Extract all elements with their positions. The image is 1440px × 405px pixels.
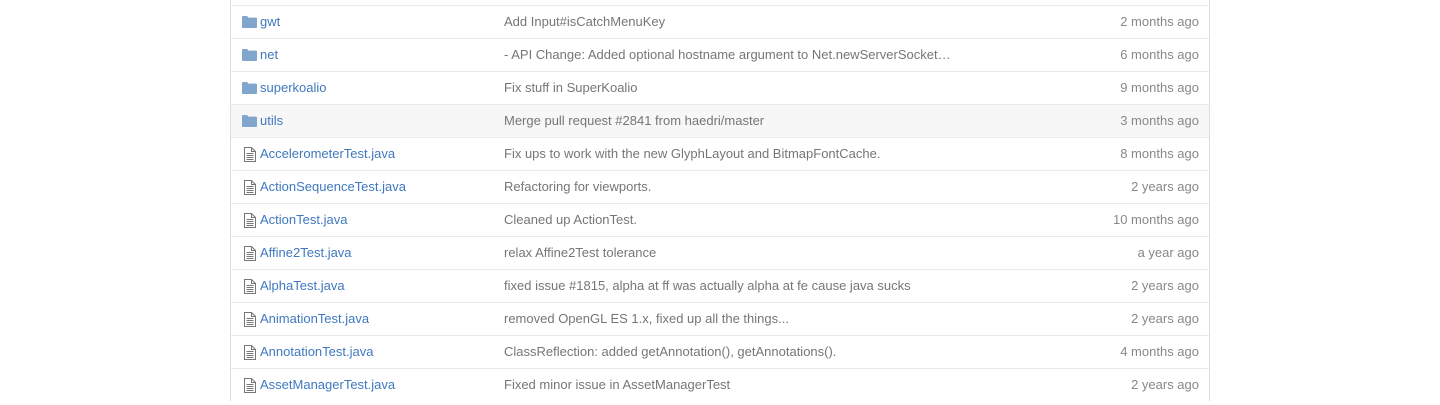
commit-message-link[interactable]: Fixed minor issue in AssetManagerTest xyxy=(504,369,730,401)
file-name-link[interactable]: AlphaTest.java xyxy=(260,270,345,302)
commit-message-link[interactable]: Fix stuff in SuperKoalio xyxy=(504,72,637,104)
file-icon xyxy=(241,204,257,236)
file-icon xyxy=(241,303,257,335)
commit-message-link[interactable]: - API Change: Added optional hostname ar… xyxy=(504,39,951,71)
commit-age: 2 years ago xyxy=(1131,311,1199,326)
commit-message-link[interactable]: removed OpenGL ES 1.x, fixed up all the … xyxy=(504,303,789,335)
folder-row[interactable]: net - API Change: Added optional hostname… xyxy=(231,38,1209,71)
file-icon xyxy=(241,171,257,203)
commit-message-link[interactable]: Add Input#isCatchMenuKey xyxy=(504,6,665,38)
commit-message-link[interactable]: Cleaned up ActionTest. xyxy=(504,204,637,236)
commit-age: 9 months ago xyxy=(1120,80,1199,95)
file-list-table: gdx-tests-androidgwtAdd Input#isCatchMen… xyxy=(230,0,1210,401)
commit-age: a year ago xyxy=(1137,245,1199,260)
commit-message-link[interactable]: Fix ups to work with the new GlyphLayout… xyxy=(504,138,880,170)
commit-age: 2 years ago xyxy=(1131,179,1199,194)
folder-icon xyxy=(241,39,257,71)
file-row[interactable]: ActionTest.java Cleaned up ActionTest. 10 … xyxy=(231,203,1209,236)
folder-row[interactable]: superkoalio Fix stuff in SuperKoalio 9 mon… xyxy=(231,71,1209,104)
file-icon xyxy=(241,237,257,269)
file-row[interactable]: AnnotationTest.java ClassReflection: adde… xyxy=(231,335,1209,368)
commit-age: 2 years ago xyxy=(1131,377,1199,392)
file-name-link[interactable]: Affine2Test.java xyxy=(260,237,352,269)
folder-row[interactable]: utils Merge pull request #2841 from haedr… xyxy=(231,104,1209,137)
folder-row[interactable]: gwt Add Input#isCatchMenuKey 2 months ago xyxy=(231,5,1209,38)
file-row[interactable]: ActionSequenceTest.java Refactoring for v… xyxy=(231,170,1209,203)
file-name-link[interactable]: AnimationTest.java xyxy=(260,303,369,335)
commit-age: 6 months ago xyxy=(1120,47,1199,62)
file-name-link[interactable]: ActionSequenceTest.java xyxy=(260,171,406,203)
folder-name-link[interactable]: superkoalio xyxy=(260,72,327,104)
folder-name-link[interactable]: utils xyxy=(260,105,283,137)
folder-icon xyxy=(241,6,257,38)
commit-age: 2 months ago xyxy=(1120,14,1199,29)
commit-age: 2 years ago xyxy=(1131,278,1199,293)
commit-message-link[interactable]: Refactoring for viewports. xyxy=(504,171,651,203)
file-icon xyxy=(241,336,257,368)
file-row[interactable]: AnimationTest.java removed OpenGL ES 1.x,… xyxy=(231,302,1209,335)
file-row[interactable]: AccelerometerTest.java Fix ups to work wi… xyxy=(231,137,1209,170)
file-row[interactable]: Affine2Test.java relax Affine2Test tolera… xyxy=(231,236,1209,269)
file-name-link[interactable]: AnnotationTest.java xyxy=(260,336,373,368)
file-name-link[interactable]: AccelerometerTest.java xyxy=(260,138,395,170)
file-name-link[interactable]: AssetManagerTest.java xyxy=(260,369,395,401)
commit-age: 4 months ago xyxy=(1120,344,1199,359)
folder-name-link[interactable]: gwt xyxy=(260,6,280,38)
file-row[interactable]: AlphaTest.java fixed issue #1815, alpha a… xyxy=(231,269,1209,302)
commit-age: 10 months ago xyxy=(1112,212,1199,227)
file-name-link[interactable]: ActionTest.java xyxy=(260,204,347,236)
folder-icon xyxy=(241,72,257,104)
commit-age: 3 months ago xyxy=(1120,113,1199,128)
commit-message-link[interactable]: relax Affine2Test tolerance xyxy=(504,237,656,269)
commit-message-link[interactable]: fixed issue #1815, alpha at ff was actua… xyxy=(504,270,911,302)
folder-name-link[interactable]: net xyxy=(260,39,278,71)
commit-message-link[interactable]: ClassReflection: added getAnnotation(), … xyxy=(504,336,836,368)
commit-age: 8 months ago xyxy=(1120,146,1199,161)
file-row[interactable]: AssetManagerTest.java Fixed minor issue i… xyxy=(231,368,1209,401)
file-icon xyxy=(241,369,257,401)
folder-icon xyxy=(241,105,257,137)
file-icon xyxy=(241,270,257,302)
commit-message-link[interactable]: Merge pull request #2841 from haedri/mas… xyxy=(504,105,764,137)
file-icon xyxy=(241,138,257,170)
